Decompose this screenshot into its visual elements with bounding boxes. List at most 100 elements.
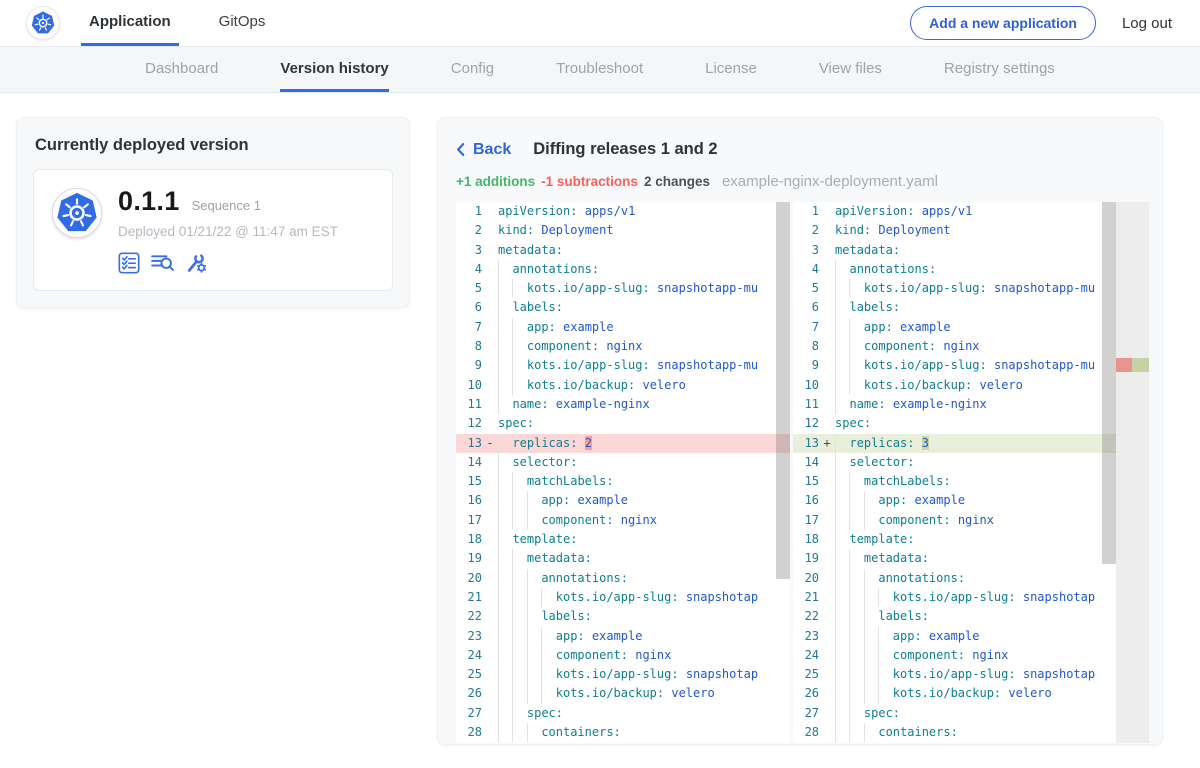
- diff-sign: [819, 241, 835, 260]
- code-text: kind: Deployment: [498, 221, 614, 240]
- code-text: apiVersion: apps/v1: [835, 202, 972, 221]
- tab-view-files[interactable]: View files: [819, 47, 882, 92]
- indent-guide: [512, 569, 526, 588]
- code-text: containers:: [541, 723, 620, 742]
- diff-sign: [819, 221, 835, 240]
- line-number: 24: [456, 646, 482, 665]
- indent-guide: [835, 569, 849, 588]
- diff-pane-original[interactable]: 1apiVersion: apps/v12kind: Deployment3me…: [456, 202, 790, 743]
- scrollbar-thumb[interactable]: [1102, 202, 1116, 564]
- tab-license[interactable]: License: [705, 47, 757, 92]
- indent-guide: [864, 607, 878, 626]
- code-line: 14selector:: [793, 453, 1149, 472]
- indent-guide: [878, 588, 892, 607]
- tab-version-history[interactable]: Version history: [280, 47, 388, 92]
- indent-guide: [498, 356, 512, 375]
- diff-card: Back Diffing releases 1 and 2 +1 additio…: [437, 117, 1163, 745]
- diff-sign: [482, 549, 498, 568]
- indent-guide: [498, 318, 512, 337]
- indent-guide: [849, 491, 863, 510]
- indent-guide: [849, 704, 863, 723]
- code-text: component: nginx: [556, 646, 672, 665]
- line-number: 19: [456, 549, 482, 568]
- tab-gitops[interactable]: GitOps: [211, 0, 274, 46]
- code-text: annotations:: [849, 260, 936, 279]
- code-line: 9kots.io/app-slug: snapshotapp-mu: [793, 356, 1149, 375]
- code-text: metadata:: [835, 241, 900, 260]
- diff-sign: [482, 241, 498, 260]
- indent-guide: [864, 723, 878, 742]
- diff-sign: [482, 221, 498, 240]
- code-text: selector:: [849, 453, 914, 472]
- scrollbar-thumb[interactable]: [776, 202, 790, 579]
- code-line: 11name: example-nginx: [793, 395, 1149, 414]
- indent-guide: [864, 588, 878, 607]
- code-text: spec:: [835, 414, 871, 433]
- code-text: template:: [849, 530, 914, 549]
- tab-config[interactable]: Config: [451, 47, 494, 92]
- code-text: kots.io/app-slug: snapshotap: [893, 665, 1095, 684]
- diff-sign: [482, 511, 498, 530]
- back-label: Back: [473, 141, 511, 159]
- line-number: 9: [793, 356, 819, 375]
- tab-troubleshoot[interactable]: Troubleshoot: [556, 47, 643, 92]
- diff-sign: [819, 453, 835, 472]
- indent-guide: [849, 376, 863, 395]
- indent-guide: [878, 627, 892, 646]
- code-line: 18template:: [793, 530, 1149, 549]
- indent-guide: [835, 298, 849, 317]
- indent-guide: [835, 646, 849, 665]
- tab-registry-settings[interactable]: Registry settings: [944, 47, 1055, 92]
- line-number: 25: [456, 665, 482, 684]
- code-text: template:: [512, 530, 577, 549]
- indent-guide: [864, 646, 878, 665]
- code-line: 23app: example: [793, 627, 1149, 646]
- diff-filename: example-nginx-deployment.yaml: [722, 173, 938, 190]
- diff-sign: [482, 318, 498, 337]
- code-text: selector:: [512, 453, 577, 472]
- indent-guide: [835, 318, 849, 337]
- indent-guide: [527, 665, 541, 684]
- view-diff-lines-magnifier-icon[interactable]: [151, 251, 174, 274]
- code-line: 13+replicas: 3: [793, 434, 1149, 453]
- diff-stats: +1 additions -1 subtractions 2 changes e…: [456, 173, 1149, 190]
- tab-application[interactable]: Application: [81, 0, 179, 46]
- code-line: 25kots.io/app-slug: snapshotap: [456, 665, 790, 684]
- indent-guide: [849, 549, 863, 568]
- code-line: 20annotations:: [793, 569, 1149, 588]
- code-line: 2kind: Deployment: [793, 221, 1149, 240]
- indent-guide: [498, 453, 512, 472]
- diff-pane-modified[interactable]: 1apiVersion: apps/v12kind: Deployment3me…: [793, 202, 1149, 743]
- indent-guide: [512, 549, 526, 568]
- release-notes-checklist-icon[interactable]: [118, 252, 140, 274]
- code-line: 12spec:: [456, 414, 790, 433]
- code-line: 8component: nginx: [456, 337, 790, 356]
- line-number: 20: [793, 569, 819, 588]
- code-line: 6labels:: [456, 298, 790, 317]
- code-line: 16app: example: [793, 491, 1149, 510]
- line-number: 13: [456, 434, 482, 453]
- indent-guide: [835, 434, 849, 453]
- troubleshoot-wrench-gear-icon[interactable]: [185, 251, 208, 274]
- code-text: component: nginx: [864, 337, 980, 356]
- code-text: kots.io/app-slug: snapshotapp-mu: [527, 356, 758, 375]
- indent-guide: [498, 472, 512, 491]
- code-line: 8component: nginx: [793, 337, 1149, 356]
- line-number: 14: [456, 453, 482, 472]
- add-application-button[interactable]: Add a new application: [910, 6, 1096, 40]
- indent-guide: [541, 646, 555, 665]
- tab-dashboard[interactable]: Dashboard: [145, 47, 218, 92]
- code-text: metadata:: [864, 549, 929, 568]
- indent-guide: [512, 704, 526, 723]
- code-line: 21kots.io/app-slug: snapshotap: [456, 588, 790, 607]
- code-line: 19metadata:: [456, 549, 790, 568]
- line-number: 10: [456, 376, 482, 395]
- line-number: 1: [793, 202, 819, 221]
- indent-guide: [512, 472, 526, 491]
- code-line: 12spec:: [793, 414, 1149, 433]
- code-text: labels:: [541, 607, 592, 626]
- diff-sign: [819, 684, 835, 703]
- logout-link[interactable]: Log out: [1122, 15, 1172, 32]
- chevron-left-icon: [456, 142, 465, 157]
- back-button[interactable]: Back: [456, 141, 511, 159]
